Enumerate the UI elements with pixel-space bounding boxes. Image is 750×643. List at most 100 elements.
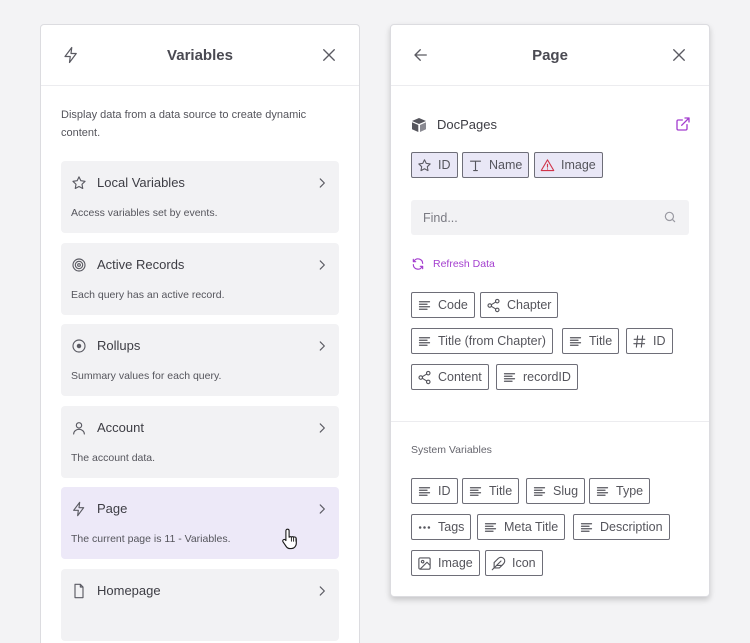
data-source-name: DocPages (437, 117, 497, 132)
card-description: Each query has an active record. (71, 289, 225, 301)
chip-label: Image (438, 556, 473, 570)
find-input[interactable] (411, 200, 689, 235)
circle-dot-icon (71, 338, 87, 354)
lines-icon (568, 334, 589, 349)
refresh-data-label: Refresh Data (433, 258, 495, 270)
chip-label: Title (589, 334, 613, 348)
chip-name[interactable]: Name (462, 152, 530, 178)
chip-label: ID (438, 484, 451, 498)
chip-tags[interactable]: Tags (411, 514, 472, 540)
panel-title: Variables (167, 47, 233, 64)
variables-panel: Variables Display data from a data sourc… (40, 24, 360, 643)
lines-icon (483, 520, 504, 535)
system-variables-label: System Variables (411, 444, 492, 456)
card-rollups[interactable]: Rollups Summary values for each query. (61, 324, 339, 396)
text-icon (468, 158, 489, 173)
chip-label: Type (616, 484, 644, 498)
chip-content[interactable]: Content (411, 364, 489, 390)
feather-icon (491, 556, 512, 571)
chip-label: Icon (512, 556, 536, 570)
refresh-icon (412, 258, 424, 270)
chip-id[interactable]: ID (626, 328, 673, 354)
chip-icon[interactable]: Icon (485, 550, 543, 576)
chip-title-from-chapter[interactable]: Title (from Chapter) (411, 328, 553, 354)
share-icon (417, 370, 438, 385)
hash-icon (632, 334, 653, 349)
lines-icon (417, 334, 438, 349)
card-title: Homepage (97, 583, 161, 598)
chip-label: ID (438, 158, 451, 172)
star-icon (71, 175, 87, 191)
chip-label: Name (489, 158, 523, 172)
card-description: The current page is 11 - Variables. (71, 533, 231, 545)
refresh-data-button[interactable]: Refresh Data (411, 256, 495, 272)
chevron-right-icon (315, 258, 329, 272)
chip-id[interactable]: ID (411, 478, 458, 504)
panel-title: Page (532, 47, 568, 64)
lines-icon (417, 298, 438, 313)
chip-title[interactable]: Title (462, 478, 520, 504)
chip-label: Code (438, 298, 468, 312)
chevron-right-icon (315, 339, 329, 353)
lines-icon (579, 520, 600, 535)
share-icon (486, 298, 507, 313)
page-panel-header: Page (391, 25, 709, 86)
chip-chapter[interactable]: Chapter (480, 292, 559, 318)
card-local-variables[interactable]: Local Variables Access variables set by e… (61, 161, 339, 233)
bolt-icon (71, 501, 87, 517)
chip-code[interactable]: Code (411, 292, 475, 318)
chip-slug[interactable]: Slug (526, 478, 586, 504)
chip-id[interactable]: ID (411, 152, 458, 178)
close-icon[interactable] (669, 45, 689, 65)
external-link-icon[interactable] (675, 116, 691, 132)
chip-label: Chapter (507, 298, 552, 312)
page-panel: Page DocPages ID Name Image Refresh Data C… (390, 24, 710, 597)
chevron-right-icon (315, 584, 329, 598)
chip-label: Title (from Chapter) (438, 334, 546, 348)
card-title: Account (97, 420, 144, 435)
card-title: Local Variables (97, 175, 185, 190)
star-icon (417, 158, 438, 173)
user-icon (71, 420, 87, 436)
image-icon (417, 556, 438, 571)
section-divider (391, 421, 709, 422)
lines-icon (532, 484, 553, 499)
box-icon (411, 117, 427, 133)
card-description: The account data. (71, 452, 156, 464)
close-icon[interactable] (319, 45, 339, 65)
chip-label: Content (438, 370, 482, 384)
chip-label: Slug (553, 484, 579, 498)
chip-label: ID (653, 334, 666, 348)
chip-image[interactable]: Image (534, 152, 603, 178)
chevron-right-icon (315, 176, 329, 190)
card-homepage[interactable]: Homepage (61, 569, 339, 641)
chip-meta-title[interactable]: Meta Title (477, 514, 566, 540)
card-account[interactable]: Account The account data. (61, 406, 339, 478)
chip-type[interactable]: Type (589, 478, 651, 504)
hand-cursor-icon (282, 528, 297, 550)
chip-label: recordID (523, 370, 571, 384)
chevron-right-icon (315, 421, 329, 435)
chip-label: Meta Title (504, 520, 559, 534)
card-title: Rollups (97, 338, 141, 353)
panel-intro: Display data from a data source to creat… (61, 109, 307, 139)
chip-label: Title (489, 484, 513, 498)
card-active-records[interactable]: Active Records Each query has an active r… (61, 243, 339, 315)
chip-image[interactable]: Image (411, 550, 480, 576)
data-source-row: DocPages (411, 115, 691, 135)
card-description: Summary values for each query. (71, 370, 222, 382)
lines-icon (502, 370, 523, 385)
lines-icon (417, 484, 438, 499)
chip-recordid[interactable]: recordID (496, 364, 578, 390)
chevron-right-icon (315, 502, 329, 516)
chip-description[interactable]: Description (573, 514, 670, 540)
card-description: Access variables set by events. (71, 207, 218, 219)
card-title: Page (97, 501, 128, 516)
dots-icon (417, 520, 438, 535)
card-title: Active Records (97, 257, 185, 272)
chip-label: Tags (438, 520, 465, 534)
chip-label: Description (600, 520, 663, 534)
lines-icon (468, 484, 489, 499)
chip-title[interactable]: Title (562, 328, 620, 354)
warning-icon (540, 158, 561, 173)
